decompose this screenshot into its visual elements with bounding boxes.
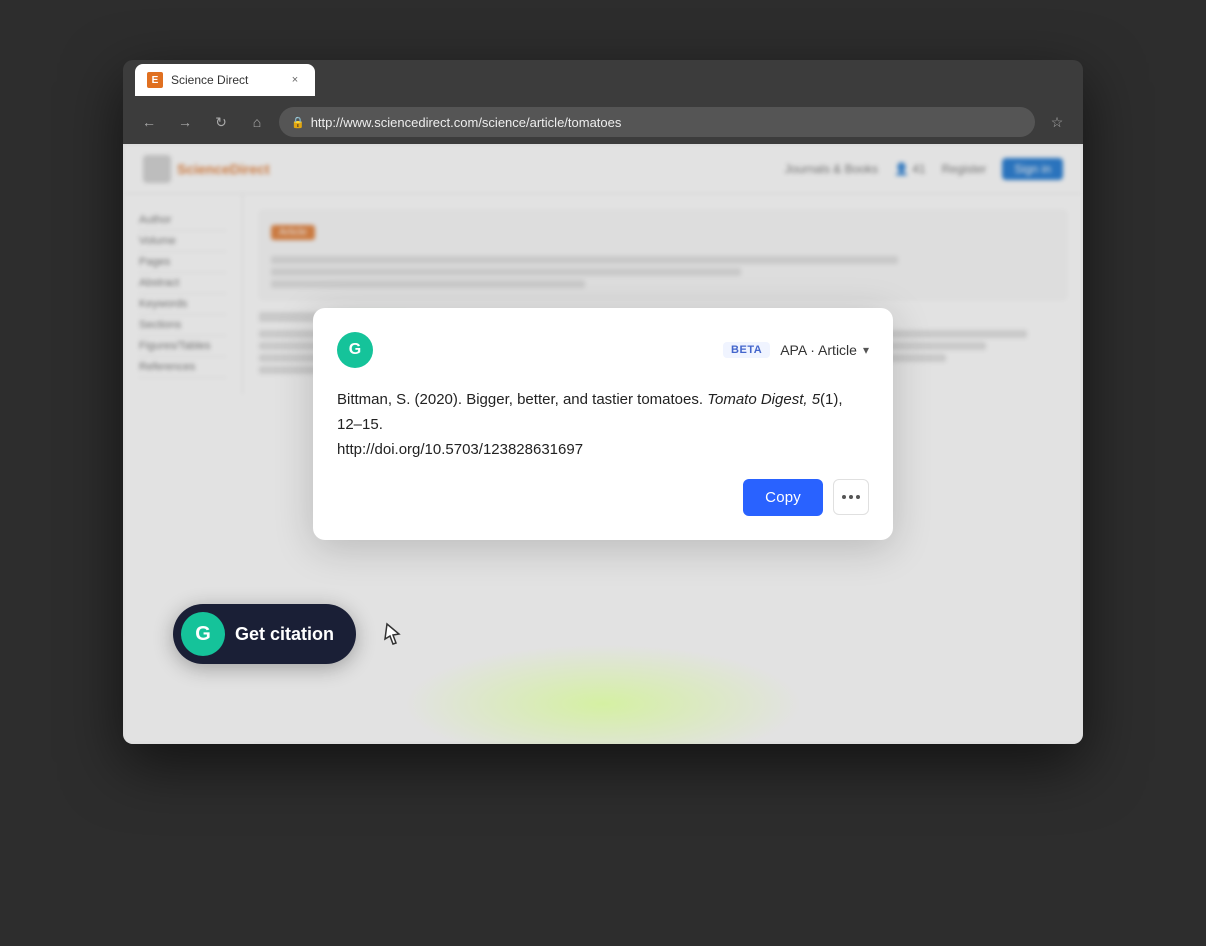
lock-icon: 🔒 (291, 116, 305, 129)
style-selector[interactable]: APA · Article ▾ (780, 342, 869, 358)
get-citation-label: Get citation (235, 624, 334, 645)
grammarly-logo-icon: G (337, 332, 373, 368)
get-citation-button[interactable]: G Get citation (173, 604, 356, 664)
tab-favicon: E (147, 72, 163, 88)
browser-tab[interactable]: E Science Direct × (135, 64, 315, 96)
browser-addressbar: ← → ↻ ⌂ 🔒 http://www.sciencedirect.com/s… (123, 100, 1083, 144)
dot-2 (849, 495, 853, 499)
tab-title: Science Direct (171, 73, 279, 87)
citation-card-header: G BETA APA · Article ▾ (337, 332, 869, 368)
tab-close-button[interactable]: × (287, 72, 303, 88)
browser-window: E Science Direct × ← → ↻ ⌂ 🔒 http://www.… (123, 60, 1083, 744)
grammarly-g-button-icon: G (181, 612, 225, 656)
citation-style-row: BETA APA · Article ▾ (723, 342, 869, 358)
home-button[interactable]: ⌂ (243, 108, 271, 136)
browser-content: ScienceDirect Journals & Books 👤 41 Regi… (123, 144, 1083, 744)
back-button[interactable]: ← (135, 108, 163, 136)
citation-actions: Copy (337, 479, 869, 516)
url-text: http://www.sciencedirect.com/science/art… (311, 115, 1023, 130)
chevron-down-icon: ▾ (863, 343, 869, 357)
citation-card: G BETA APA · Article ▾ Bittman, S. (2020… (313, 308, 893, 539)
beta-badge: BETA (723, 342, 770, 358)
citation-plain-text: Bittman, S. (2020). Bigger, better, and … (337, 391, 707, 408)
copy-button[interactable]: Copy (743, 479, 823, 516)
forward-button[interactable]: → (171, 108, 199, 136)
style-label: APA · Article (780, 342, 857, 358)
more-options-button[interactable] (833, 479, 869, 515)
dot-1 (842, 495, 846, 499)
browser-titlebar: E Science Direct × (123, 60, 1083, 100)
dot-3 (856, 495, 860, 499)
address-bar[interactable]: 🔒 http://www.sciencedirect.com/science/a… (279, 107, 1035, 137)
citation-doi: http://doi.org/10.5703/123828631697 (337, 441, 583, 458)
citation-italic-text: Tomato Digest, 5 (707, 391, 820, 408)
citation-text: Bittman, S. (2020). Bigger, better, and … (337, 388, 869, 462)
bookmark-button[interactable]: ☆ (1043, 108, 1071, 136)
reload-button[interactable]: ↻ (207, 108, 235, 136)
cursor-icon (383, 622, 403, 646)
tab-bar: E Science Direct × (135, 64, 315, 96)
